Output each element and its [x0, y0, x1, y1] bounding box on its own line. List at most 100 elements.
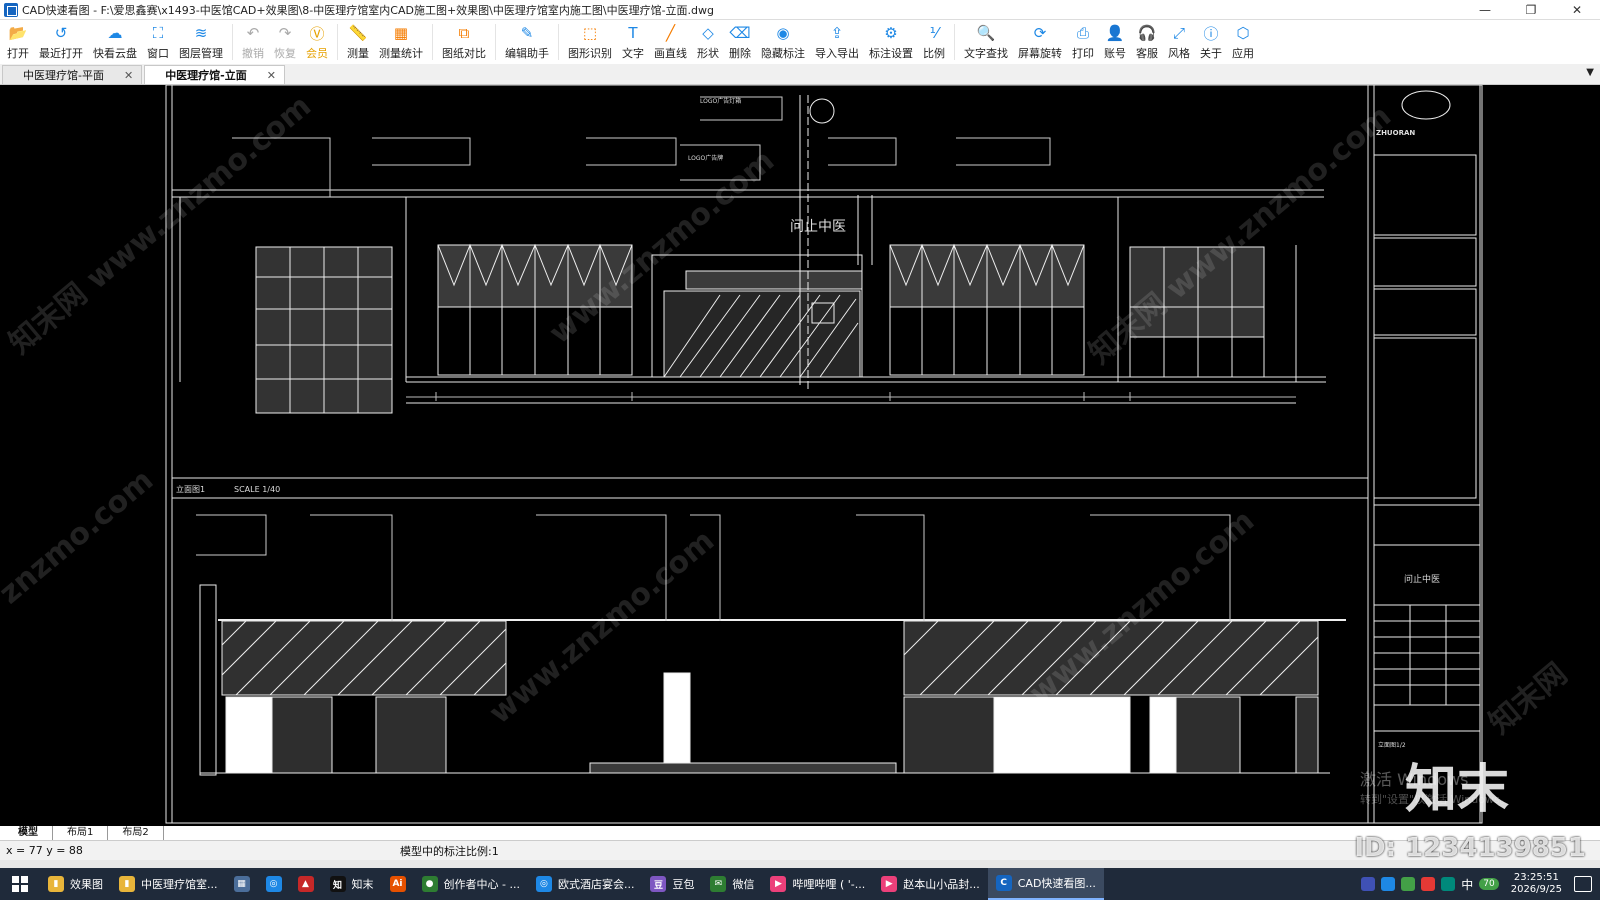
layout-tab[interactable]: 模型: [4, 826, 53, 840]
windows-logo-icon: [12, 876, 28, 892]
notification-icon[interactable]: [1574, 876, 1592, 892]
toolbar-label: 窗口: [147, 47, 169, 60]
toolbar-label: 客服: [1136, 47, 1158, 60]
rotate-icon: ⟳: [1033, 24, 1047, 42]
toolbar-window-button[interactable]: ⛶ 窗口: [142, 20, 174, 64]
right-center-facade: [889, 243, 1085, 376]
apps-icon: ⬡: [1236, 24, 1250, 42]
toolbar-layers-button[interactable]: ≋ 图层管理: [174, 20, 228, 64]
taskbar-app-button[interactable]: C CAD快速看图...: [987, 868, 1104, 900]
taskbar-app-label: 中医理疗馆室...: [141, 878, 218, 891]
toolbar-text-search-button[interactable]: 🔍 文字查找: [959, 20, 1013, 64]
window-icon: ⛶: [152, 24, 164, 42]
maximize-button[interactable]: ❐: [1508, 0, 1554, 20]
taskbar-app-button[interactable]: ▮ 中医理疗馆室...: [111, 868, 226, 900]
close-tab-icon[interactable]: ✕: [267, 69, 276, 82]
tray-app-icon[interactable]: [1361, 877, 1376, 891]
toolbar-measure-stats-button[interactable]: ▦ 测量统计: [374, 20, 428, 64]
taskbar-app-button[interactable]: ▦: [226, 868, 258, 900]
watermark-2: znzmo.com: [0, 463, 160, 611]
taskbar-app-button[interactable]: ▶ 哔哩哔哩 ( '-...: [762, 868, 873, 900]
toolbar-style-button[interactable]: ⤢ 风格: [1163, 20, 1195, 64]
tray-app-icon[interactable]: [1381, 877, 1396, 891]
toolbar-edit-assist-button[interactable]: ✎ 编辑助手: [500, 20, 554, 64]
toolbar-label: 文字查找: [964, 47, 1008, 60]
toolbar-label: 应用: [1232, 47, 1254, 60]
taskbar-app-button[interactable]: ✉ 微信: [702, 868, 762, 900]
taskbar-app-button[interactable]: ▮ 效果图: [40, 868, 111, 900]
style-icon: ⤢: [1172, 24, 1185, 42]
toolbar-label: 文字: [622, 47, 644, 60]
toolbar-label: 删除: [729, 47, 751, 60]
toolbar-label: 导入导出: [815, 47, 859, 60]
toolbar-vip-button[interactable]: Ⓥ 会员: [301, 20, 333, 64]
taskbar-app-button[interactable]: ▲: [290, 868, 322, 900]
toolbar-service-button[interactable]: 🎧 客服: [1131, 20, 1163, 64]
toolbar-measure-button[interactable]: 📏 测量: [342, 20, 374, 64]
titleblock-project: 问止中医: [1404, 573, 1440, 585]
toolbar-rotate-button[interactable]: ⟳ 屏幕旋转: [1013, 20, 1067, 64]
toolbar-compare-button[interactable]: ⧉ 图纸对比: [437, 20, 491, 64]
bilibili-icon: ▶: [770, 876, 787, 892]
taskbar-app-button[interactable]: ◎: [258, 868, 290, 900]
tray-network-icon[interactable]: [1441, 877, 1456, 891]
section-label: 立面图1: [176, 484, 205, 494]
tray-wechat-icon[interactable]: [1401, 877, 1416, 891]
toolbar-separator: [954, 24, 955, 60]
taskbar-app-button[interactable]: 知知末: [322, 868, 382, 900]
toolbar-label: 形状: [697, 47, 719, 60]
toolbar-label: 画直线: [654, 47, 687, 60]
text-icon: T: [628, 24, 638, 42]
layers-icon: ≋: [194, 24, 208, 42]
close-tab-icon[interactable]: ✕: [124, 69, 133, 82]
taskbar-app-button[interactable]: 豆豆包: [642, 868, 702, 900]
toolbar-account-button[interactable]: 👤 账号: [1099, 20, 1131, 64]
toolbar-label: 快看云盘: [93, 47, 137, 60]
start-button[interactable]: [0, 868, 40, 900]
toolbar-undo-button[interactable]: ↶ 撤销: [237, 20, 269, 64]
user-icon: 👤: [1105, 24, 1125, 42]
toolbar-hide-annot-button[interactable]: ◉ 隐藏标注: [756, 20, 810, 64]
toolbar-text-button[interactable]: T 文字: [617, 20, 649, 64]
toolbar-cloud-button[interactable]: ☁ 快看云盘: [88, 20, 142, 64]
toolbar-annot-settings-button[interactable]: ⚙ 标注设置: [864, 20, 918, 64]
toolbar-import-export-button[interactable]: ⇪ 导入导出: [810, 20, 864, 64]
cursor-coordinates: x = 77 y = 88: [6, 844, 83, 857]
toolbar-redo-button[interactable]: ↷ 恢复: [269, 20, 301, 64]
toolbar-recent-button[interactable]: ↺ 最近打开: [34, 20, 88, 64]
toolbar-delete-button[interactable]: ⌫ 删除: [724, 20, 756, 64]
browser-icon: ◎: [535, 876, 552, 892]
layout-tab[interactable]: 布局1: [53, 826, 109, 840]
lower-elevation: [199, 584, 1346, 776]
close-button[interactable]: ✕: [1554, 0, 1600, 20]
undo-icon: ↶: [246, 24, 260, 42]
toolbar-open-button[interactable]: 📂 打开: [2, 20, 34, 64]
ime-indicator[interactable]: 中: [1461, 876, 1473, 893]
folder-icon: ▮: [119, 876, 135, 892]
taskbar-app-button[interactable]: Ai: [382, 868, 414, 900]
toolbar-shape-recog-button[interactable]: ⬚ 图形识别: [563, 20, 617, 64]
toolbar-shape-button[interactable]: ◇ 形状: [692, 20, 724, 64]
toolbar-label: 比例: [923, 47, 945, 60]
eye-icon: ◉: [776, 24, 790, 42]
taskbar-app-button[interactable]: ▶ 赵本山小品封...: [873, 868, 988, 900]
minimize-button[interactable]: —: [1462, 0, 1508, 20]
tray-app-icon[interactable]: [1421, 877, 1436, 891]
taskbar-app-button[interactable]: ◎ 欧式酒店宴会...: [528, 868, 643, 900]
toolbar-label: 测量: [347, 47, 369, 60]
status-gap: [0, 860, 1600, 868]
toolbar-about-button[interactable]: ⓘ 关于: [1195, 20, 1227, 64]
drawing-canvas[interactable]: 问止中医 LOGO广告灯箱 LOGO广告牌 立面图1 SCALE 1/40 ZH…: [0, 85, 1600, 826]
toolbar-apps-button[interactable]: ⬡ 应用: [1227, 20, 1259, 64]
toolbar-print-button[interactable]: ⎙ 打印: [1067, 20, 1099, 64]
system-clock[interactable]: 23:25:51 2026/9/25: [1511, 872, 1562, 896]
taskbar-app-button[interactable]: ● 创作者中心 - ...: [414, 868, 528, 900]
layout-tab[interactable]: 布局2: [108, 826, 164, 840]
toolbar-scale-button[interactable]: ⅟ 比例: [918, 20, 950, 64]
toolbar-label: 屏幕旋转: [1018, 47, 1062, 60]
document-tab[interactable]: 中医理疗馆-立面 ✕: [144, 65, 285, 84]
document-tab[interactable]: 中医理疗馆-平面 ✕: [2, 65, 143, 84]
tab-dropdown-icon[interactable]: ▼: [1586, 67, 1594, 78]
toolbar-line-button[interactable]: ╱ 画直线: [649, 20, 692, 64]
watermark-7: 知末网: [1483, 656, 1574, 741]
